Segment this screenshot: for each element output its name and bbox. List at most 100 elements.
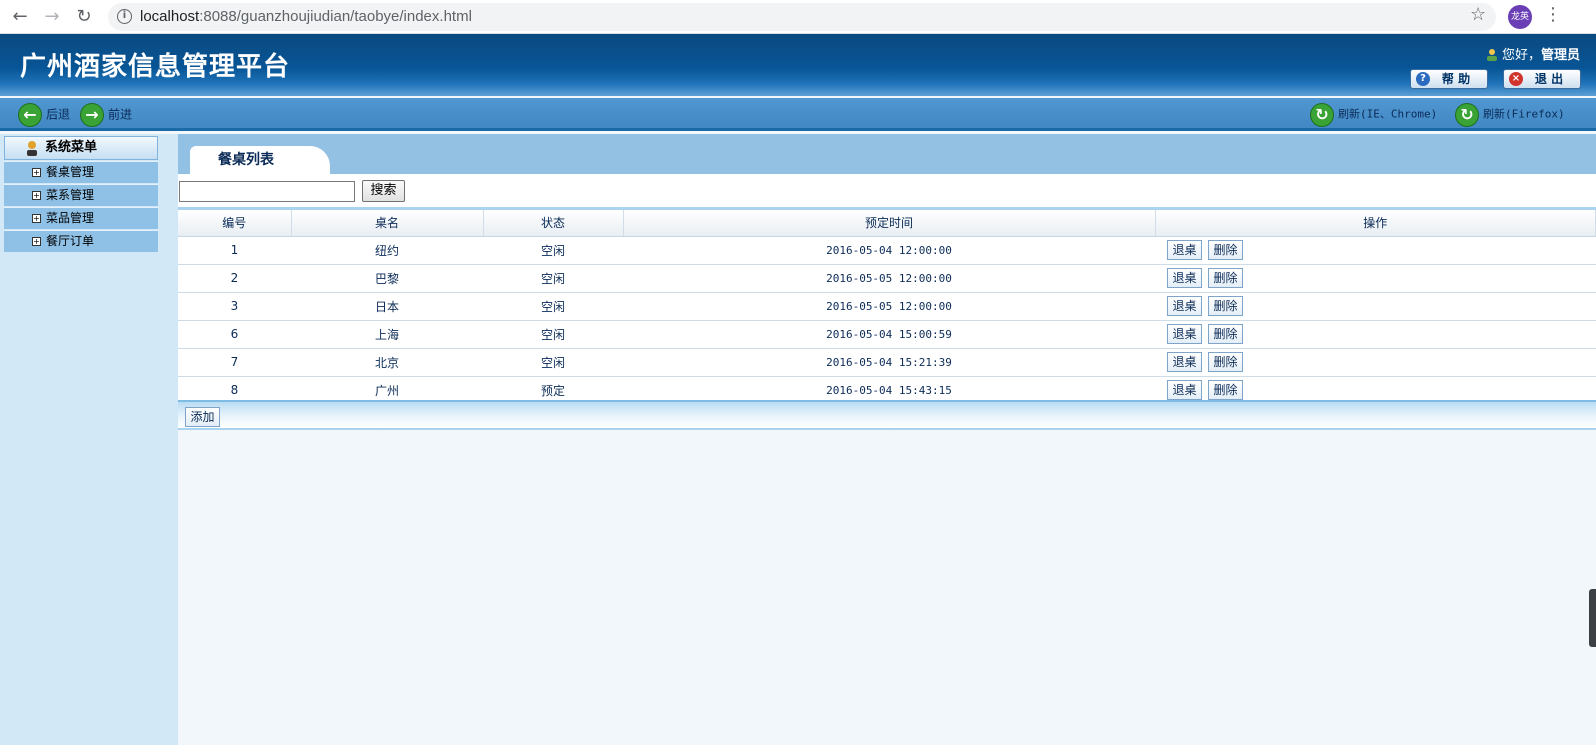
sidebar-item-label: 餐桌管理 <box>46 165 95 179</box>
app-header: 广州酒家信息管理平台 您好，管理员 ? 帮 助 × 退 出 <box>0 34 1596 96</box>
table-row: 3 日本 空闲 2016-05-05 12:00:00 退桌 删除 <box>178 292 1596 321</box>
column-header-time: 预定时间 <box>623 210 1156 237</box>
cell-time: 2016-05-05 12:00:00 <box>623 292 1155 321</box>
cell-actions: 退桌 删除 <box>1155 320 1596 349</box>
cell-id: 3 <box>178 292 291 321</box>
sidebar-item-dish-mgmt[interactable]: + 菜品管理 <box>4 207 158 229</box>
cell-actions: 退桌 删除 <box>1155 236 1596 265</box>
table-row: 6 上海 空闲 2016-05-04 15:00:59 退桌 删除 <box>178 320 1596 349</box>
column-header-id: 编号 <box>178 210 292 237</box>
bookmark-star-icon[interactable]: ☆ <box>1470 4 1486 25</box>
tab-strip: 餐桌列表 <box>178 134 1596 174</box>
address-bar[interactable]: i localhost:8088/guanzhoujiudian/taobye/… <box>108 3 1496 31</box>
cell-actions: 退桌 删除 <box>1155 264 1596 293</box>
expand-icon: + <box>32 237 41 246</box>
delete-button[interactable]: 删除 <box>1208 240 1243 260</box>
table-row: 1 纽约 空闲 2016-05-04 12:00:00 退桌 删除 <box>178 236 1596 265</box>
url-host: localhost <box>140 8 200 25</box>
cell-name: 纽约 <box>291 236 483 265</box>
nav-toolbar: ← 后退 → 前进 ↻ 刷新(IE、Chrome) ↻ 刷新(Firefox) <box>0 98 1596 131</box>
sidebar-item-cuisine-mgmt[interactable]: + 菜系管理 <box>4 184 158 206</box>
checkout-button[interactable]: 退桌 <box>1167 296 1202 316</box>
checkout-button[interactable]: 退桌 <box>1167 352 1202 372</box>
sidebar-item-orders[interactable]: + 餐厅订单 <box>4 230 158 252</box>
column-header-status: 状态 <box>483 210 624 237</box>
logout-button[interactable]: × 退 出 <box>1503 69 1581 89</box>
delete-button[interactable]: 删除 <box>1208 296 1243 316</box>
cell-name: 北京 <box>291 348 483 377</box>
back-label: 后退 <box>46 107 71 122</box>
search-bar: 搜索 <box>178 177 1596 207</box>
logout-icon: × <box>1509 72 1523 86</box>
forward-button[interactable]: → 前进 <box>80 101 132 127</box>
expand-icon: + <box>32 191 41 200</box>
app-title: 广州酒家信息管理平台 <box>20 52 291 82</box>
delete-button[interactable]: 删除 <box>1208 324 1243 344</box>
browser-menu-icon[interactable]: ⋮ <box>1544 4 1562 25</box>
add-button[interactable]: 添加 <box>185 407 220 427</box>
cell-time: 2016-05-04 15:00:59 <box>623 320 1155 349</box>
back-button[interactable]: ← 后退 <box>18 101 70 127</box>
table-row: 2 巴黎 空闲 2016-05-05 12:00:00 退桌 删除 <box>178 264 1596 293</box>
browser-forward-icon[interactable]: → <box>40 5 64 29</box>
cell-id: 1 <box>178 236 291 265</box>
sidebar: 系统菜单 + 餐桌管理 + 菜系管理 + 菜品管理 + 餐厅订单 <box>0 134 178 745</box>
sidebar-item-label: 餐厅订单 <box>46 234 95 248</box>
search-input[interactable] <box>179 181 355 202</box>
forward-label: 前进 <box>108 107 133 122</box>
checkout-button[interactable]: 退桌 <box>1167 240 1202 260</box>
cell-status: 空闲 <box>483 348 623 377</box>
cell-actions: 退桌 删除 <box>1155 292 1596 321</box>
cell-status: 空闲 <box>483 320 623 349</box>
cell-status: 空闲 <box>483 236 623 265</box>
arrow-right-icon: → <box>80 102 104 127</box>
help-icon: ? <box>1416 72 1430 86</box>
refresh-icon: ↻ <box>1455 102 1479 127</box>
refresh-firefox-label: 刷新(Firefox) <box>1483 107 1565 121</box>
cell-name: 巴黎 <box>291 264 483 293</box>
cell-time: 2016-05-04 15:21:39 <box>623 348 1155 377</box>
url-path: :8088/guanzhoujiudian/taobye/index.html <box>199 8 472 25</box>
delete-button[interactable]: 删除 <box>1208 380 1243 400</box>
cell-id: 7 <box>178 348 291 377</box>
refresh-ie-button[interactable]: ↻ 刷新(IE、Chrome) <box>1310 101 1437 127</box>
refresh-firefox-button[interactable]: ↻ 刷新(Firefox) <box>1455 101 1565 127</box>
refresh-ie-label: 刷新(IE、Chrome) <box>1338 107 1438 121</box>
checkout-button[interactable]: 退桌 <box>1167 380 1202 400</box>
search-button[interactable]: 搜索 <box>362 180 405 202</box>
sidebar-item-label: 菜系管理 <box>46 188 95 202</box>
profile-avatar[interactable]: 龙英 <box>1508 5 1532 29</box>
help-button[interactable]: ? 帮 助 <box>1410 69 1488 89</box>
expand-icon: + <box>32 168 41 177</box>
main-content: 餐桌列表 搜索 编号 桌名 状态 预定时间 操作 1 纽约 空闲 2016-05… <box>178 134 1596 745</box>
browser-reload-icon[interactable]: ↻ <box>72 5 96 29</box>
cell-name: 上海 <box>291 320 483 349</box>
table-row: 7 北京 空闲 2016-05-04 15:21:39 退桌 删除 <box>178 348 1596 377</box>
address-url[interactable]: localhost:8088/guanzhoujiudian/taobye/in… <box>140 8 472 25</box>
table-footer: 添加 <box>178 400 1596 430</box>
tab-table-list[interactable]: 餐桌列表 <box>190 146 330 174</box>
cell-actions: 退桌 删除 <box>1155 348 1596 377</box>
sidebar-item-table-mgmt[interactable]: + 餐桌管理 <box>4 161 158 183</box>
sidebar-item-label: 菜品管理 <box>46 211 95 225</box>
checkout-button[interactable]: 退桌 <box>1167 324 1202 344</box>
logout-label: 退 出 <box>1534 72 1564 86</box>
side-handle[interactable] <box>1589 589 1596 647</box>
delete-button[interactable]: 删除 <box>1208 268 1243 288</box>
user-icon <box>1486 49 1497 61</box>
browser-back-icon[interactable]: ← <box>8 5 32 29</box>
column-header-name: 桌名 <box>291 210 484 237</box>
arrow-left-icon: ← <box>18 102 42 127</box>
expand-icon: + <box>32 214 41 223</box>
help-label: 帮 助 <box>1441 72 1471 86</box>
checkout-button[interactable]: 退桌 <box>1167 268 1202 288</box>
delete-button[interactable]: 删除 <box>1208 352 1243 372</box>
cell-id: 6 <box>178 320 291 349</box>
sidebar-title-label: 系统菜单 <box>45 140 98 155</box>
cell-id: 2 <box>178 264 291 293</box>
greeting-text: 您好， <box>1501 48 1541 63</box>
cell-status: 空闲 <box>483 292 623 321</box>
user-menu-icon <box>27 141 37 156</box>
refresh-icon: ↻ <box>1310 102 1334 127</box>
site-info-icon[interactable]: i <box>117 9 132 24</box>
